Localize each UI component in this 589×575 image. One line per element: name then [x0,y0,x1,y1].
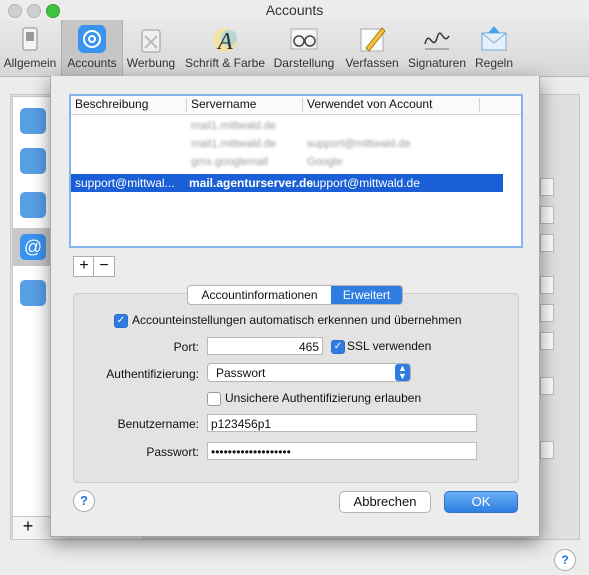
ssl-label: SSL verwenden [347,339,432,353]
toolbar-item-darstellung[interactable]: Darstellung [270,20,338,76]
add-account-button[interactable]: + [16,516,40,536]
envelope-icon [481,26,507,51]
password-field[interactable]: ••••••••••••••••••• [207,442,477,460]
at-icon: @ [20,234,46,260]
password-label: Passwort: [146,445,199,459]
add-server-button[interactable]: + [73,256,95,277]
background-field[interactable] [540,304,554,322]
ok-button[interactable]: OK [444,491,518,513]
signature-icon [424,32,450,50]
toolbar-item-werbung[interactable]: Werbung [122,20,180,76]
toolbar-item-regeln[interactable]: Regeln [470,20,518,76]
tab-erweitert[interactable]: Erweitert [331,286,402,304]
auto-detect-checkbox[interactable]: ✓ [114,314,128,328]
insecure-auth-checkbox[interactable] [207,392,221,406]
auto-detect-label: Accounteinstellungen automatisch erkenne… [132,313,462,327]
help-button-background[interactable]: ? [554,549,576,571]
remove-server-button[interactable]: − [93,256,115,277]
tab-accountinformationen[interactable]: Accountinformationen [188,286,331,304]
column-header-servername[interactable]: Servername [191,97,256,111]
at-icon [78,25,106,53]
account-list-item[interactable] [20,148,46,174]
background-stepper[interactable] [540,441,554,459]
background-field[interactable] [540,206,554,224]
background-field[interactable] [540,234,554,252]
title-bar: Accounts [0,0,589,20]
table-row[interactable]: gmx.googlemail Google [71,154,503,172]
toolbar-item-verfassen[interactable]: Verfassen [340,20,404,76]
account-list-item[interactable] [20,192,46,218]
toolbar-item-allgemein[interactable]: Allgemein [0,20,60,76]
account-list-item[interactable] [20,280,46,306]
background-field[interactable] [540,276,554,294]
column-separator [186,98,187,112]
column-separator [479,98,480,112]
insecure-auth-label: Unsichere Authentifizierung erlauben [225,391,422,405]
column-header-verwendet-von[interactable]: Verwendet von Account [307,97,432,111]
svg-text:A: A [216,29,233,54]
cell-servername: mail.agenturserver.de [189,176,314,190]
background-stepper[interactable] [540,377,554,395]
port-label: Port: [173,340,199,354]
pencil-icon [360,27,386,52]
username-field[interactable]: p123456p1 [207,414,477,432]
column-separator [302,98,303,112]
port-field[interactable]: 465 [207,337,323,355]
auth-popup[interactable]: Passwort [207,363,411,382]
username-label: Benutzername: [117,417,199,431]
background-field[interactable] [540,178,554,196]
column-header-beschreibung[interactable]: Beschreibung [75,97,148,111]
chevron-updown-icon: ▲ ▼ [395,364,410,381]
table-row[interactable]: mail1.mittwald.de support@mittwald.de [71,136,503,154]
glasses-icon [290,28,318,50]
toolbar-item-schrift-farbe[interactable]: A Schrift & Farbe [182,20,268,76]
account-list-item[interactable] [20,108,46,134]
smtp-server-table[interactable]: Beschreibung Servername Verwendet von Ac… [69,94,523,248]
ssl-checkbox[interactable]: ✓ [331,340,345,354]
toolbar-item-accounts[interactable]: Accounts [61,20,123,76]
font-icon: A [213,28,237,54]
table-row[interactable]: mail1.mittwald.de [71,118,503,136]
cell-account: support@mittwald.de [307,176,420,190]
table-header: Beschreibung Servername Verwendet von Ac… [71,96,521,115]
smtp-server-sheet: Beschreibung Servername Verwendet von Ac… [50,76,540,537]
help-button[interactable]: ? [73,490,95,512]
background-field[interactable] [540,332,554,350]
tab-control: Accountinformationen Erweitert [187,285,403,305]
cancel-button[interactable]: Abbrechen [339,491,431,513]
table-row-selected[interactable]: support@mittwal... mail.agenturserver.de… [71,174,503,192]
auth-label: Authentifizierung: [106,367,199,381]
preferences-toolbar: Allgemein Accounts Werbung A Schrift & F… [0,20,589,77]
toolbar-item-signaturen[interactable]: Signaturen [405,20,469,76]
cell-beschreibung: support@mittwal... [75,176,175,190]
trash-icon [141,29,161,53]
window-title: Accounts [265,2,324,18]
switch-icon [22,27,38,51]
